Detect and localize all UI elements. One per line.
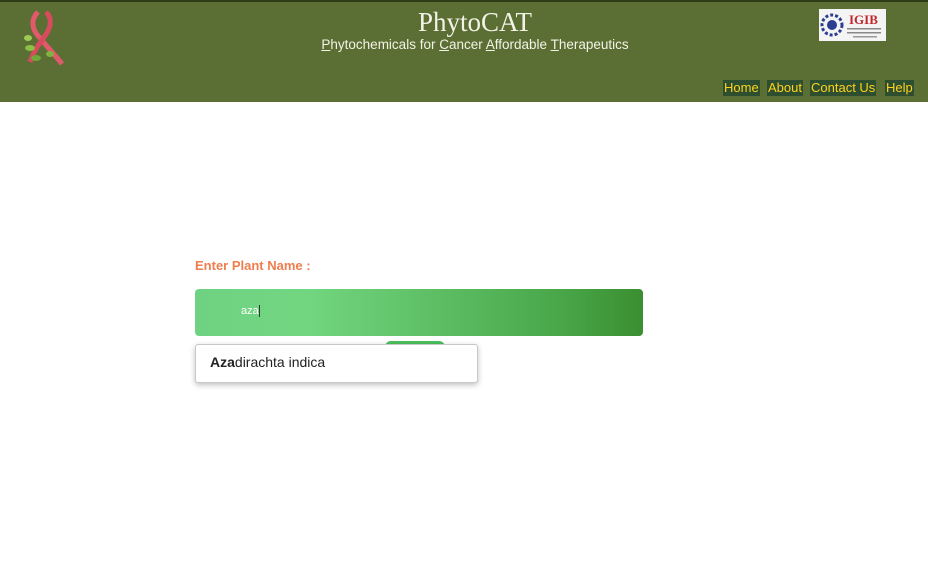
nav-home[interactable]: Home (723, 80, 760, 96)
plant-name-input[interactable]: aza (195, 289, 643, 336)
subtitle-initial-a: A (485, 37, 495, 52)
nav-about[interactable]: About (767, 80, 803, 96)
nav-contact-us[interactable]: Contact Us (810, 80, 877, 96)
igib-logo: IGIB (819, 9, 886, 41)
subtitle-word-4: herapeutics (558, 37, 629, 52)
site-title: PhytoCAT (417, 7, 533, 37)
text-caret (258, 305, 260, 318)
subtitle-word-3: ffordable (494, 37, 551, 52)
logo-text: IGIB (849, 12, 878, 27)
site-subtitle: Phytochemicals for Cancer Affordable The… (0, 37, 928, 52)
subtitle-word-1: hytochemicals for (330, 37, 440, 52)
autocomplete-match: Aza (210, 354, 235, 370)
autocomplete-list: Azadirachta indica (195, 344, 478, 383)
subtitle-initial-c: C (439, 37, 449, 52)
autocomplete-rest: dirachta indica (234, 354, 326, 370)
subtitle-word-2: ancer (448, 37, 486, 52)
input-value-text: aza (241, 305, 259, 317)
site-header: PhytoCAT Phytochemicals for Cancer Affor… (0, 2, 928, 102)
plant-name-input-value[interactable]: aza (241, 305, 260, 318)
plant-name-label: Enter Plant Name : (195, 258, 311, 273)
nav-help[interactable]: Help (885, 80, 914, 96)
subtitle-initial-t: T (550, 37, 559, 52)
autocomplete-option[interactable]: Azadirachta indica (210, 354, 325, 370)
